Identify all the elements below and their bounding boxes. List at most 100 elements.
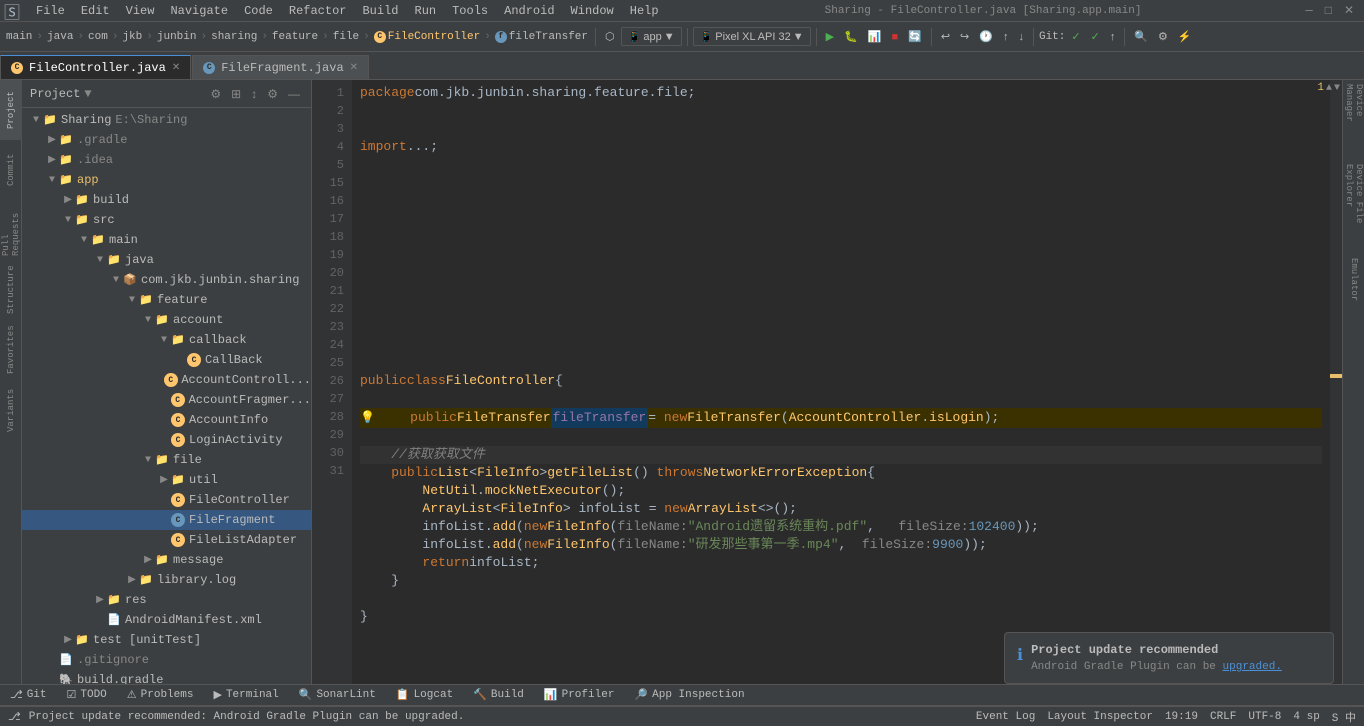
toolbar-btn-2[interactable]: ↪ xyxy=(956,28,973,45)
project-gear-btn[interactable]: ⚙ xyxy=(264,86,281,102)
tree-item-callback-class[interactable]: ▶ C CallBack xyxy=(22,350,311,370)
menu-code[interactable]: Code xyxy=(236,0,281,21)
toolbar-btn-6[interactable]: 🔍 xyxy=(1130,28,1152,45)
tree-item-accountfragment[interactable]: ▶ C AccountFragmer... xyxy=(22,390,311,410)
tab-filefragment-close[interactable]: ✕ xyxy=(350,62,358,74)
menu-navigate[interactable]: Navigate xyxy=(162,0,236,21)
breadcrumb-com[interactable]: com xyxy=(86,31,110,43)
menu-help[interactable]: Help xyxy=(622,0,667,21)
gutter-down-arrow[interactable]: ▼ xyxy=(1334,83,1340,94)
menu-android[interactable]: Android xyxy=(496,0,562,21)
menu-view[interactable]: View xyxy=(118,0,163,21)
tree-item-filefragment[interactable]: ▶ C FileFragment xyxy=(22,510,311,530)
breadcrumb-java[interactable]: java xyxy=(45,31,75,43)
menu-file[interactable]: File xyxy=(28,0,73,21)
toolbar-btn-7[interactable]: ⚡ xyxy=(1174,28,1196,45)
menu-refactor[interactable]: Refactor xyxy=(281,0,355,21)
toolbar-btn-3[interactable]: 🕐 xyxy=(975,28,997,45)
gutter-up-arrow[interactable]: ▲ xyxy=(1326,83,1332,94)
tree-item-sharing[interactable]: ▼ 📁 Sharing E:\Sharing xyxy=(22,110,311,130)
sidebar-tab-structure[interactable]: Structure xyxy=(0,260,22,320)
tree-item-gradle[interactable]: ▶ 📁 .gradle xyxy=(22,130,311,150)
minimize-btn[interactable]: ─ xyxy=(1300,4,1319,18)
tab-filefragment[interactable]: C FileFragment.java ✕ xyxy=(192,55,369,79)
bottom-tab-logcat[interactable]: 📋 Logcat xyxy=(386,684,463,706)
right-tab-devicefileexplorer[interactable]: Device File Explorer xyxy=(1343,160,1364,240)
code-content[interactable]: package com.jkb.junbin.sharing.feature.f… xyxy=(352,80,1330,684)
breadcrumb-junbin[interactable]: junbin xyxy=(155,31,199,43)
menu-build[interactable]: Build xyxy=(354,0,406,21)
bottom-tab-git[interactable]: ⎇ Git xyxy=(0,684,57,706)
tree-item-accountcontroll[interactable]: ▶ C AccountControll... xyxy=(22,370,311,390)
tree-item-main[interactable]: ▼ 📁 main xyxy=(22,230,311,250)
tree-item-package[interactable]: ▼ 📦 com.jkb.junbin.sharing xyxy=(22,270,311,290)
tab-filecontroller-close[interactable]: ✕ xyxy=(172,62,180,74)
tree-item-app[interactable]: ▼ 📁 app xyxy=(22,170,311,190)
tree-item-buildgradle[interactable]: ▶ 🐘 build.gradle xyxy=(22,670,311,684)
tree-item-callback[interactable]: ▼ 📁 callback xyxy=(22,330,311,350)
bottom-tab-todo[interactable]: ☑ TODO xyxy=(57,684,117,706)
tree-item-accountinfo[interactable]: ▶ C AccountInfo xyxy=(22,410,311,430)
tree-item-gitignore[interactable]: ▶ 📄 .gitignore xyxy=(22,650,311,670)
stop-btn[interactable]: ■ xyxy=(887,29,902,45)
tree-item-filelistadapter[interactable]: ▶ C FileListAdapter xyxy=(22,530,311,550)
debug-btn[interactable]: 🐛 xyxy=(840,28,862,45)
sidebar-tab-pullrequests[interactable]: Pull Requests xyxy=(0,200,22,260)
tab-filecontroller[interactable]: C FileController.java ✕ xyxy=(0,55,191,79)
run-btn[interactable]: ▶ xyxy=(822,28,838,45)
sidebar-tab-commit[interactable]: Commit xyxy=(0,140,22,200)
right-tab-emulator[interactable]: Emulator xyxy=(1343,240,1364,320)
bottom-tab-profiler[interactable]: 📊 Profiler xyxy=(534,684,625,706)
menu-edit[interactable]: Edit xyxy=(73,0,118,21)
git-checkmark-1[interactable]: ✓ xyxy=(1067,28,1084,45)
sidebar-tab-project[interactable]: Project xyxy=(0,80,22,140)
close-btn[interactable]: ✕ xyxy=(1338,3,1360,18)
project-settings-btn[interactable]: ⚙ xyxy=(207,86,224,102)
tree-item-librarylog[interactable]: ▶ 📁 library.log xyxy=(22,570,311,590)
maximize-btn[interactable]: □ xyxy=(1319,4,1338,18)
tree-item-loginactivity[interactable]: ▶ C LoginActivity xyxy=(22,430,311,450)
tree-item-feature[interactable]: ▼ 📁 feature xyxy=(22,290,311,310)
breadcrumb-file[interactable]: file xyxy=(331,31,361,43)
breadcrumb-main[interactable]: main xyxy=(4,31,34,43)
project-layout-btn[interactable]: ⊞ xyxy=(228,86,244,102)
tree-item-file-folder[interactable]: ▼ 📁 file xyxy=(22,450,311,470)
toolbar-btn-1[interactable]: ↩ xyxy=(937,28,954,45)
menu-window[interactable]: Window xyxy=(563,0,622,21)
bottom-tab-problems[interactable]: ⚠ Problems xyxy=(117,684,204,706)
breadcrumb-filetransfer[interactable]: f fileTransfer xyxy=(493,31,590,43)
git-checkmark-2[interactable]: ✓ xyxy=(1087,28,1104,45)
breadcrumb-jkb[interactable]: jkb xyxy=(120,31,144,43)
project-collapse-btn[interactable]: — xyxy=(285,86,303,102)
right-tab-devicemanager[interactable]: Device Manager xyxy=(1343,80,1364,160)
tree-item-util[interactable]: ▶ 📁 util xyxy=(22,470,311,490)
device-dropdown[interactable]: 📱 Pixel XL API 32 ▼ xyxy=(693,27,811,46)
breadcrumb-sharing[interactable]: sharing xyxy=(209,31,259,43)
toolbar-arrow-btn[interactable]: ⬡ xyxy=(601,28,619,45)
toolbar-btn-5[interactable]: ↓ xyxy=(1014,29,1028,45)
breadcrumb-feature[interactable]: feature xyxy=(270,31,320,43)
sync-btn[interactable]: 🔄 xyxy=(904,28,926,45)
project-dropdown-icon[interactable]: ▼ xyxy=(84,87,91,101)
toolbar-btn-4[interactable]: ↑ xyxy=(999,29,1013,45)
tree-item-res[interactable]: ▶ 📁 res xyxy=(22,590,311,610)
project-sort-btn[interactable]: ↕ xyxy=(248,86,260,102)
profile-btn[interactable]: 📊 xyxy=(864,28,886,45)
settings-btn[interactable]: ⚙ xyxy=(1154,28,1172,45)
tree-item-build[interactable]: ▶ 📁 build xyxy=(22,190,311,210)
sidebar-tab-variants[interactable]: Variants xyxy=(0,380,22,440)
tree-item-message[interactable]: ▶ 📁 message xyxy=(22,550,311,570)
bottom-tab-appinspection[interactable]: 🔎 App Inspection xyxy=(624,684,754,706)
toolbar-app-dropdown[interactable]: 📱 app ▼ xyxy=(621,27,682,46)
menu-run[interactable]: Run xyxy=(407,0,445,21)
bottom-tab-terminal[interactable]: ▶ Terminal xyxy=(203,684,288,706)
layout-inspector-label[interactable]: Layout Inspector xyxy=(1047,711,1153,723)
tree-item-idea[interactable]: ▶ 📁 .idea xyxy=(22,150,311,170)
tree-item-java[interactable]: ▼ 📁 java xyxy=(22,250,311,270)
bottom-tab-build[interactable]: 🔨 Build xyxy=(463,684,534,706)
event-log-label[interactable]: Event Log xyxy=(976,711,1035,723)
sidebar-tab-favorites[interactable]: Favorites xyxy=(0,320,22,380)
tree-item-account[interactable]: ▼ 📁 account xyxy=(22,310,311,330)
tree-item-manifest[interactable]: ▶ 📄 AndroidManifest.xml xyxy=(22,610,311,630)
tree-item-filecontroller[interactable]: ▶ C FileController xyxy=(22,490,311,510)
